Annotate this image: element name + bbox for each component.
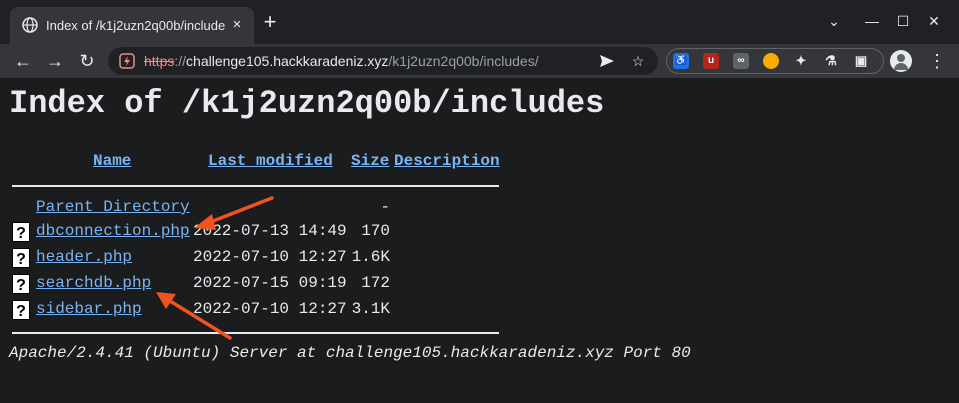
new-tab-button[interactable]: + xyxy=(260,11,280,33)
file-name-link[interactable]: sidebar.php xyxy=(36,298,142,320)
bookmark-star-icon[interactable]: ☆ xyxy=(629,52,647,70)
puzzle-extensions-icon[interactable]: ✦ xyxy=(793,53,809,69)
sort-by-name-link[interactable]: Name xyxy=(93,151,131,171)
minimize-button[interactable]: — xyxy=(860,10,884,32)
parent-directory-link[interactable]: Parent Directory xyxy=(36,196,190,218)
file-modified: 2022-07-10 12:27 xyxy=(193,300,347,318)
file-name-link[interactable]: dbconnection.php xyxy=(36,220,190,242)
table-divider-top xyxy=(12,185,499,187)
file-modified: 2022-07-13 14:49 xyxy=(193,222,347,240)
sort-by-size-link[interactable]: Size xyxy=(351,151,389,171)
url-path: /k1j2uzn2q00b/includes/ xyxy=(388,53,539,69)
file-modified: 2022-07-10 12:27 xyxy=(193,248,347,266)
table-divider-bottom xyxy=(12,332,499,334)
svg-text:?: ? xyxy=(16,303,26,320)
tab-strip: Index of /k1j2uzn2q00b/includes × + ⌄ — … xyxy=(0,0,959,44)
sort-by-last-modified-link[interactable]: Last modified xyxy=(208,151,333,171)
parent-directory-size: - xyxy=(380,198,390,216)
avatar-head xyxy=(897,54,905,62)
parent-directory-row: Parent Directory - xyxy=(0,196,520,218)
profile-avatar[interactable] xyxy=(890,50,912,72)
file-name-link[interactable]: header.php xyxy=(36,246,132,268)
unknown-file-icon: ? xyxy=(12,248,30,268)
file-row: ? header.php 2022-07-10 12:27 1.6K xyxy=(0,246,520,268)
avatar-body xyxy=(894,63,908,70)
file-size: 172 xyxy=(361,274,390,292)
side-panel-icon[interactable]: ▣ xyxy=(853,53,869,69)
svg-text:?: ? xyxy=(16,251,26,268)
browser-menu-icon[interactable]: ⋮ xyxy=(928,48,946,74)
file-name-link[interactable]: searchdb.php xyxy=(36,272,151,294)
cookie-icon[interactable] xyxy=(763,53,779,69)
file-row: ? searchdb.php 2022-07-15 09:19 172 xyxy=(0,272,520,294)
ublock-icon[interactable]: u xyxy=(703,53,719,69)
tab-close-icon[interactable]: × xyxy=(228,16,246,34)
file-row: ? dbconnection.php 2022-07-13 14:49 170 xyxy=(0,220,520,242)
url-host: challenge105.hackkaradeniz.xyz xyxy=(186,53,389,69)
server-signature: Apache/2.4.41 (Ubuntu) Server at challen… xyxy=(9,344,691,362)
back-button[interactable]: ← xyxy=(10,48,36,74)
unknown-file-icon: ? xyxy=(12,274,30,294)
active-tab[interactable]: Index of /k1j2uzn2q00b/includes × xyxy=(10,7,254,44)
address-bar[interactable]: https://challenge105.hackkaradeniz.xyz/k… xyxy=(108,47,658,75)
url-text[interactable]: https://challenge105.hackkaradeniz.xyz/k… xyxy=(144,52,539,70)
file-size: 3.1K xyxy=(351,300,390,318)
spy-glasses-icon[interactable]: ∞ xyxy=(733,53,749,69)
lab-flask-icon[interactable]: ⚗ xyxy=(823,53,839,69)
unknown-file-icon: ? xyxy=(12,300,30,320)
file-size: 170 xyxy=(361,222,390,240)
browser-toolbar: ← → ↻ https://challenge105.hackkaradeniz… xyxy=(0,44,959,78)
close-window-button[interactable]: ✕ xyxy=(922,10,946,32)
file-size: 1.6K xyxy=(351,248,390,266)
file-modified: 2022-07-15 09:19 xyxy=(193,274,347,292)
extensions-group: ♿ u ∞ ✦ ⚗ ▣ xyxy=(666,48,884,74)
url-scheme: https xyxy=(144,53,175,69)
svg-text:?: ? xyxy=(16,277,26,294)
page-content: Index of /k1j2uzn2q00b/includes Name Las… xyxy=(0,78,959,403)
reload-button[interactable]: ↻ xyxy=(74,48,100,74)
not-secure-warning-icon[interactable] xyxy=(119,53,135,69)
svg-text:?: ? xyxy=(16,225,26,242)
tab-search-chevron-icon[interactable]: ⌄ xyxy=(822,10,846,32)
sort-by-description-link[interactable]: Description xyxy=(394,151,500,171)
tab-title: Index of /k1j2uzn2q00b/includes xyxy=(46,18,226,33)
unknown-file-icon: ? xyxy=(12,222,30,242)
page-title: Index of /k1j2uzn2q00b/includes xyxy=(9,85,605,122)
forward-button[interactable]: → xyxy=(42,48,68,74)
globe-icon xyxy=(22,17,38,33)
accessibility-extension-icon[interactable]: ♿ xyxy=(673,53,689,69)
file-row: ? sidebar.php 2022-07-10 12:27 3.1K xyxy=(0,298,520,320)
url-separator: :// xyxy=(174,53,187,69)
send-tab-icon[interactable] xyxy=(598,52,616,70)
maximize-button[interactable]: ☐ xyxy=(891,10,915,32)
